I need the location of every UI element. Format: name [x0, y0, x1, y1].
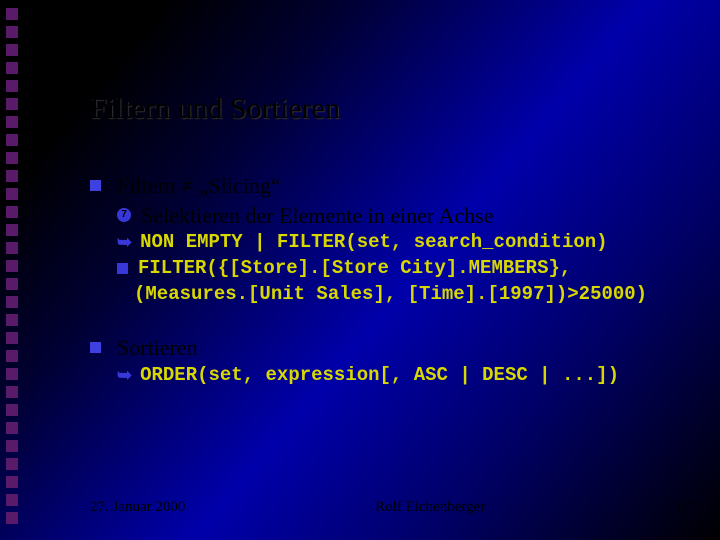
deco-square — [6, 422, 18, 434]
decorative-sidebar — [6, 8, 20, 530]
deco-square — [6, 260, 18, 272]
arrow-icon: ➥ — [117, 365, 132, 386]
deco-square — [6, 26, 18, 38]
sub-bullet-selektieren: 7 Selektieren der Elemente in einer Achs… — [90, 202, 690, 230]
number-circle-icon: 7 — [117, 208, 131, 222]
deco-square — [6, 386, 18, 398]
deco-square — [6, 404, 18, 416]
footer-author: Rolf Eichenberger — [375, 499, 485, 516]
deco-square — [6, 80, 18, 92]
deco-square — [6, 332, 18, 344]
bullet-sortieren: Sortieren — [90, 334, 690, 362]
deco-square — [6, 242, 18, 254]
bullet-text: Sortieren — [117, 334, 198, 362]
bullet-icon — [90, 342, 101, 353]
deco-square — [6, 206, 18, 218]
deco-square — [6, 440, 18, 452]
square-bullet-icon — [117, 263, 128, 274]
code-text: (Measures.[Unit Sales], [Time].[1997])>2… — [134, 283, 647, 307]
slide-content: Filtern ≠ „Slicing“ 7 Selektieren der El… — [90, 170, 690, 390]
code-line-nonempty: ➥ NON EMPTY | FILTER(set, search_conditi… — [90, 231, 690, 255]
slide-title: Filtern und Sortieren — [90, 92, 340, 126]
deco-square — [6, 152, 18, 164]
deco-square — [6, 296, 18, 308]
deco-square — [6, 350, 18, 362]
deco-square — [6, 98, 18, 110]
deco-square — [6, 458, 18, 470]
deco-square — [6, 44, 18, 56]
code-line-filter-cont: (Measures.[Unit Sales], [Time].[1997])>2… — [116, 283, 690, 307]
arrow-icon: ➥ — [117, 232, 132, 253]
deco-square — [6, 278, 18, 290]
bullet-text: Filtern ≠ „Slicing“ — [117, 172, 281, 200]
sub-bullet-text: Selektieren der Elemente in einer Achse — [141, 202, 493, 230]
bullet-filtern: Filtern ≠ „Slicing“ — [90, 172, 690, 200]
code-text: NON EMPTY | FILTER(set, search_condition… — [140, 231, 607, 255]
footer-page-number: 17 — [675, 499, 690, 516]
footer-date: 27. Januar 2000 — [90, 499, 185, 516]
deco-square — [6, 224, 18, 236]
deco-square — [6, 368, 18, 380]
code-text: FILTER({[Store].[Store City].MEMBERS}, — [138, 257, 571, 281]
deco-square — [6, 134, 18, 146]
deco-square — [6, 170, 18, 182]
deco-square — [6, 62, 18, 74]
deco-square — [6, 476, 18, 488]
code-line-filter: FILTER({[Store].[Store City].MEMBERS}, — [90, 257, 690, 281]
slide-footer: 27. Januar 2000 Rolf Eichenberger 17 — [90, 499, 690, 516]
deco-square — [6, 188, 18, 200]
deco-square — [6, 512, 18, 524]
deco-square — [6, 8, 18, 20]
code-line-order: ➥ ORDER(set, expression[, ASC | DESC | .… — [90, 364, 690, 388]
bullet-icon — [90, 180, 101, 191]
deco-square — [6, 314, 18, 326]
deco-square — [6, 494, 18, 506]
code-text: ORDER(set, expression[, ASC | DESC | ...… — [140, 364, 619, 388]
deco-square — [6, 116, 18, 128]
